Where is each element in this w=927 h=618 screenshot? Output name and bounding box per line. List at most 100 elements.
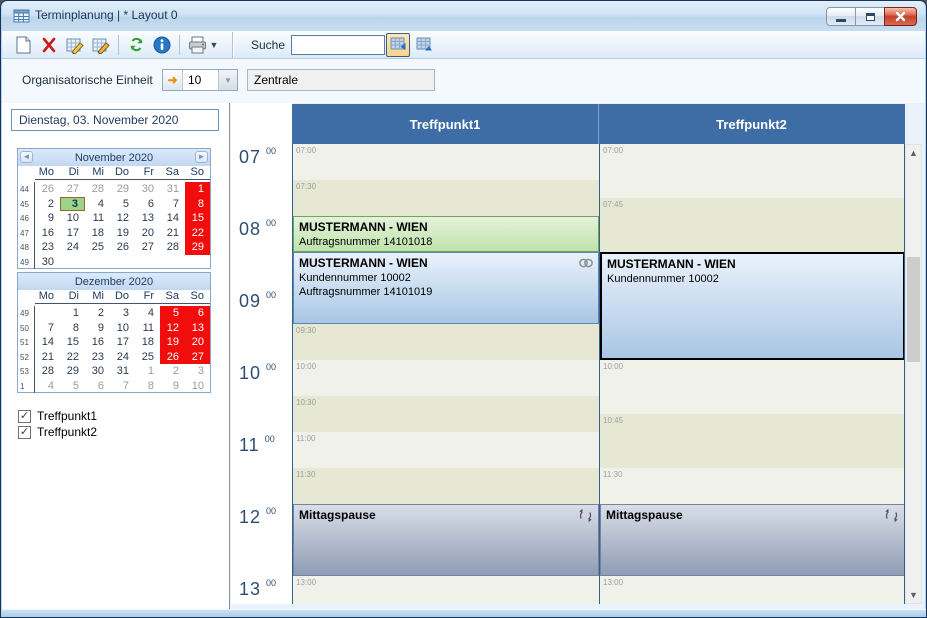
checkbox-row-treffpunkt2[interactable]: ✓ Treffpunkt2	[18, 424, 97, 440]
calendar-day[interactable]: 4	[35, 379, 60, 394]
org-unit-arrow-button[interactable]: ➜	[163, 70, 183, 90]
calendar-day[interactable]: 2	[160, 364, 185, 379]
refresh-button[interactable]	[124, 33, 148, 57]
calendar-day[interactable]: 20	[135, 226, 160, 241]
calendar-day[interactable]: 2	[35, 197, 60, 212]
time-slot[interactable]: 10:30	[293, 396, 599, 432]
calendar-day[interactable]: 14	[35, 335, 60, 350]
calendar-day[interactable]: 26	[160, 350, 185, 365]
new-appointment-button[interactable]	[11, 33, 35, 57]
calendar-day[interactable]: 25	[85, 240, 110, 255]
time-slot[interactable]: 07:00	[600, 144, 905, 198]
calendar-day[interactable]: 25	[135, 350, 160, 365]
title-bar[interactable]: Terminplanung | * Layout 0	[2, 1, 925, 31]
calendar-day[interactable]: 1	[135, 364, 160, 379]
time-slot[interactable]: 09:30	[293, 324, 599, 360]
calendar-day[interactable]: 1	[185, 182, 210, 197]
calendar-day[interactable]: 17	[110, 335, 135, 350]
restore-button[interactable]	[855, 7, 884, 26]
calendar-day[interactable]: 6	[135, 197, 160, 212]
search-input[interactable]	[291, 35, 385, 55]
scroll-down-arrow-icon[interactable]: ▼	[906, 587, 921, 603]
calendar-day[interactable]: 29	[110, 182, 135, 197]
calendar-day[interactable]: 10	[60, 211, 85, 226]
time-slot[interactable]: 07:30	[293, 180, 599, 216]
calendar-day[interactable]: 21	[160, 226, 185, 241]
calendar-day[interactable]: 29	[185, 240, 210, 255]
calendar-day[interactable]: 15	[60, 335, 85, 350]
calendar-day[interactable]: 29	[60, 364, 85, 379]
calendar-day[interactable]: 16	[35, 226, 60, 241]
calendar-day[interactable]: 17	[60, 226, 85, 241]
calendar-day[interactable]: 9	[35, 211, 60, 226]
calendar-day[interactable]: 1	[60, 306, 85, 321]
search-filter-button[interactable]	[386, 33, 410, 57]
calendar-day[interactable]: 18	[85, 226, 110, 241]
calendar-day[interactable]: 28	[35, 364, 60, 379]
calendar-day-selected[interactable]: 3	[60, 197, 85, 212]
calendar-day[interactable]: 5	[110, 197, 135, 212]
calendar-day[interactable]: 21	[35, 350, 60, 365]
calendar-day[interactable]: 5	[60, 379, 85, 394]
calendar-day[interactable]: 30	[35, 255, 60, 270]
calendar-day[interactable]: 8	[185, 197, 210, 212]
scrollbar-thumb[interactable]	[907, 257, 920, 362]
calendar-day[interactable]: 24	[110, 350, 135, 365]
calendar-day[interactable]: 24	[60, 240, 85, 255]
calendar-day[interactable]: 15	[185, 211, 210, 226]
calendar-day[interactable]: 12	[110, 211, 135, 226]
calendar-day[interactable]: 7	[110, 379, 135, 394]
calendar-day[interactable]: 26	[110, 240, 135, 255]
calendar-day[interactable]: 13	[185, 321, 210, 336]
calendar-day[interactable]: 27	[60, 182, 85, 197]
calendar-day[interactable]: 27	[185, 350, 210, 365]
calendar-day[interactable]: 20	[185, 335, 210, 350]
edit-series-button[interactable]	[89, 33, 113, 57]
calendar-day[interactable]: 11	[135, 321, 160, 336]
calendar-day[interactable]: 14	[160, 211, 185, 226]
calendar-day[interactable]: 10	[185, 379, 210, 394]
vertical-scrollbar[interactable]: ▲ ▼	[905, 144, 922, 604]
calendar-day[interactable]: 31	[110, 364, 135, 379]
edit-appointment-button[interactable]	[63, 33, 87, 57]
time-slot[interactable]: 07:00	[293, 144, 599, 180]
calendar-day[interactable]: 4	[135, 306, 160, 321]
checkbox-row-treffpunkt1[interactable]: ✓ Treffpunkt1	[18, 408, 97, 424]
time-slot[interactable]: 10:00	[293, 360, 599, 396]
calendar-day[interactable]: 28	[85, 182, 110, 197]
calendar-day[interactable]: 3	[185, 364, 210, 379]
calendar-day[interactable]: 9	[160, 379, 185, 394]
time-slot[interactable]: 10:45	[600, 414, 905, 468]
close-button[interactable]	[884, 7, 917, 26]
appointment[interactable]: MUSTERMANN - WIENAuftragsnummer 14101018	[293, 216, 599, 252]
calendar-day[interactable]: 22	[60, 350, 85, 365]
calendar-day[interactable]: 6	[185, 306, 210, 321]
calendar-day[interactable]: 4	[85, 197, 110, 212]
time-slot[interactable]: 11:00	[293, 432, 599, 468]
calendar-day[interactable]: 19	[160, 335, 185, 350]
appointment[interactable]: Mittagspause	[600, 504, 905, 576]
scroll-up-arrow-icon[interactable]: ▲	[906, 145, 921, 161]
calendar-day[interactable]: 19	[110, 226, 135, 241]
calendar-day[interactable]: 5	[160, 306, 185, 321]
time-slot[interactable]: 10:00	[600, 360, 905, 414]
appointment-selected[interactable]: MUSTERMANN - WIENKundennummer 10002	[600, 252, 905, 360]
calendar-prev-arrow-icon[interactable]: ◄	[20, 151, 33, 163]
calendar-next-arrow-icon[interactable]: ►	[195, 151, 208, 163]
calendar-day[interactable]: 11	[85, 211, 110, 226]
appointment[interactable]: Mittagspause	[293, 504, 599, 576]
calendar-day[interactable]: 3	[110, 306, 135, 321]
calendar-day[interactable]: 6	[85, 379, 110, 394]
calendar-day[interactable]: 13	[135, 211, 160, 226]
calendar-day[interactable]: 2	[85, 306, 110, 321]
calendar-day[interactable]: 22	[185, 226, 210, 241]
appointment[interactable]: MUSTERMANN - WIENKundennummer 10002Auftr…	[293, 252, 599, 324]
calendar-day[interactable]: 27	[135, 240, 160, 255]
calendar-day[interactable]: 8	[135, 379, 160, 394]
calendar-day[interactable]: 16	[85, 335, 110, 350]
calendar-day[interactable]: 30	[135, 182, 160, 197]
calendar-day[interactable]: 10	[110, 321, 135, 336]
time-slot[interactable]: 13:00	[293, 576, 599, 604]
search-next-button[interactable]	[412, 33, 436, 57]
calendar-day[interactable]: 9	[85, 321, 110, 336]
